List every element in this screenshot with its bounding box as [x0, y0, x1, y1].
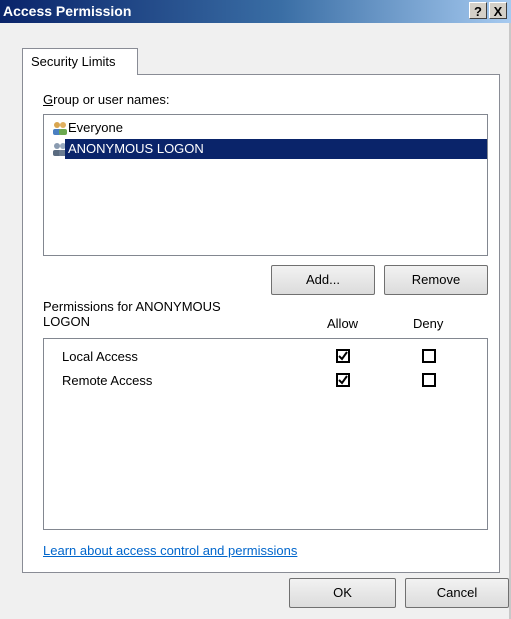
deny-checkbox[interactable]: [422, 373, 436, 387]
deny-checkbox[interactable]: [422, 349, 436, 363]
group-label: Group or user names:: [43, 92, 170, 107]
perm-row-remote-access: Remote Access: [44, 371, 487, 395]
list-item-label: Everyone: [68, 120, 123, 135]
add-button-label: Add...: [306, 272, 340, 287]
list-item-anonymous-logon[interactable]: ANONYMOUS LOGON: [46, 139, 487, 159]
add-button[interactable]: Add...: [271, 265, 375, 295]
permissions-label: Permissions for ANONYMOUS LOGON: [43, 299, 221, 329]
list-item-label: ANONYMOUS LOGON: [68, 141, 204, 156]
ok-button-label: OK: [333, 585, 352, 600]
list-item-everyone[interactable]: Everyone: [46, 118, 487, 138]
selection-highlight: ANONYMOUS LOGON: [65, 139, 487, 159]
help-button[interactable]: ?: [469, 2, 487, 19]
tab-security-limits[interactable]: Security Limits: [22, 48, 138, 75]
allow-header: Allow: [327, 316, 359, 331]
permissions-label-line1: Permissions for ANONYMOUS: [43, 299, 221, 314]
allow-checkbox[interactable]: [336, 373, 350, 387]
window-title: Access Permission: [3, 3, 132, 19]
learn-access-control-link[interactable]: Learn about access control and permissio…: [43, 543, 297, 558]
perm-name: Remote Access: [62, 373, 153, 388]
close-button[interactable]: X: [489, 2, 507, 19]
permissions-list: Local Access Remote Access: [43, 338, 488, 530]
user-list[interactable]: Everyone ANONYMOUS LOGON: [43, 114, 488, 256]
tab-label: Security Limits: [31, 54, 116, 69]
cancel-button-label: Cancel: [436, 585, 478, 600]
deny-header: Deny: [413, 316, 444, 331]
perm-row-local-access: Local Access: [44, 347, 487, 371]
title-bar: Access Permission ? X: [0, 0, 511, 23]
permissions-label-line2: LOGON: [43, 314, 90, 329]
remove-button-label: Remove: [411, 272, 461, 287]
remove-button[interactable]: Remove: [384, 265, 488, 295]
ok-button[interactable]: OK: [289, 578, 396, 608]
cancel-button[interactable]: Cancel: [405, 578, 509, 608]
perm-name: Local Access: [62, 349, 138, 364]
users-group-icon: [52, 121, 68, 135]
allow-checkbox[interactable]: [336, 349, 350, 363]
